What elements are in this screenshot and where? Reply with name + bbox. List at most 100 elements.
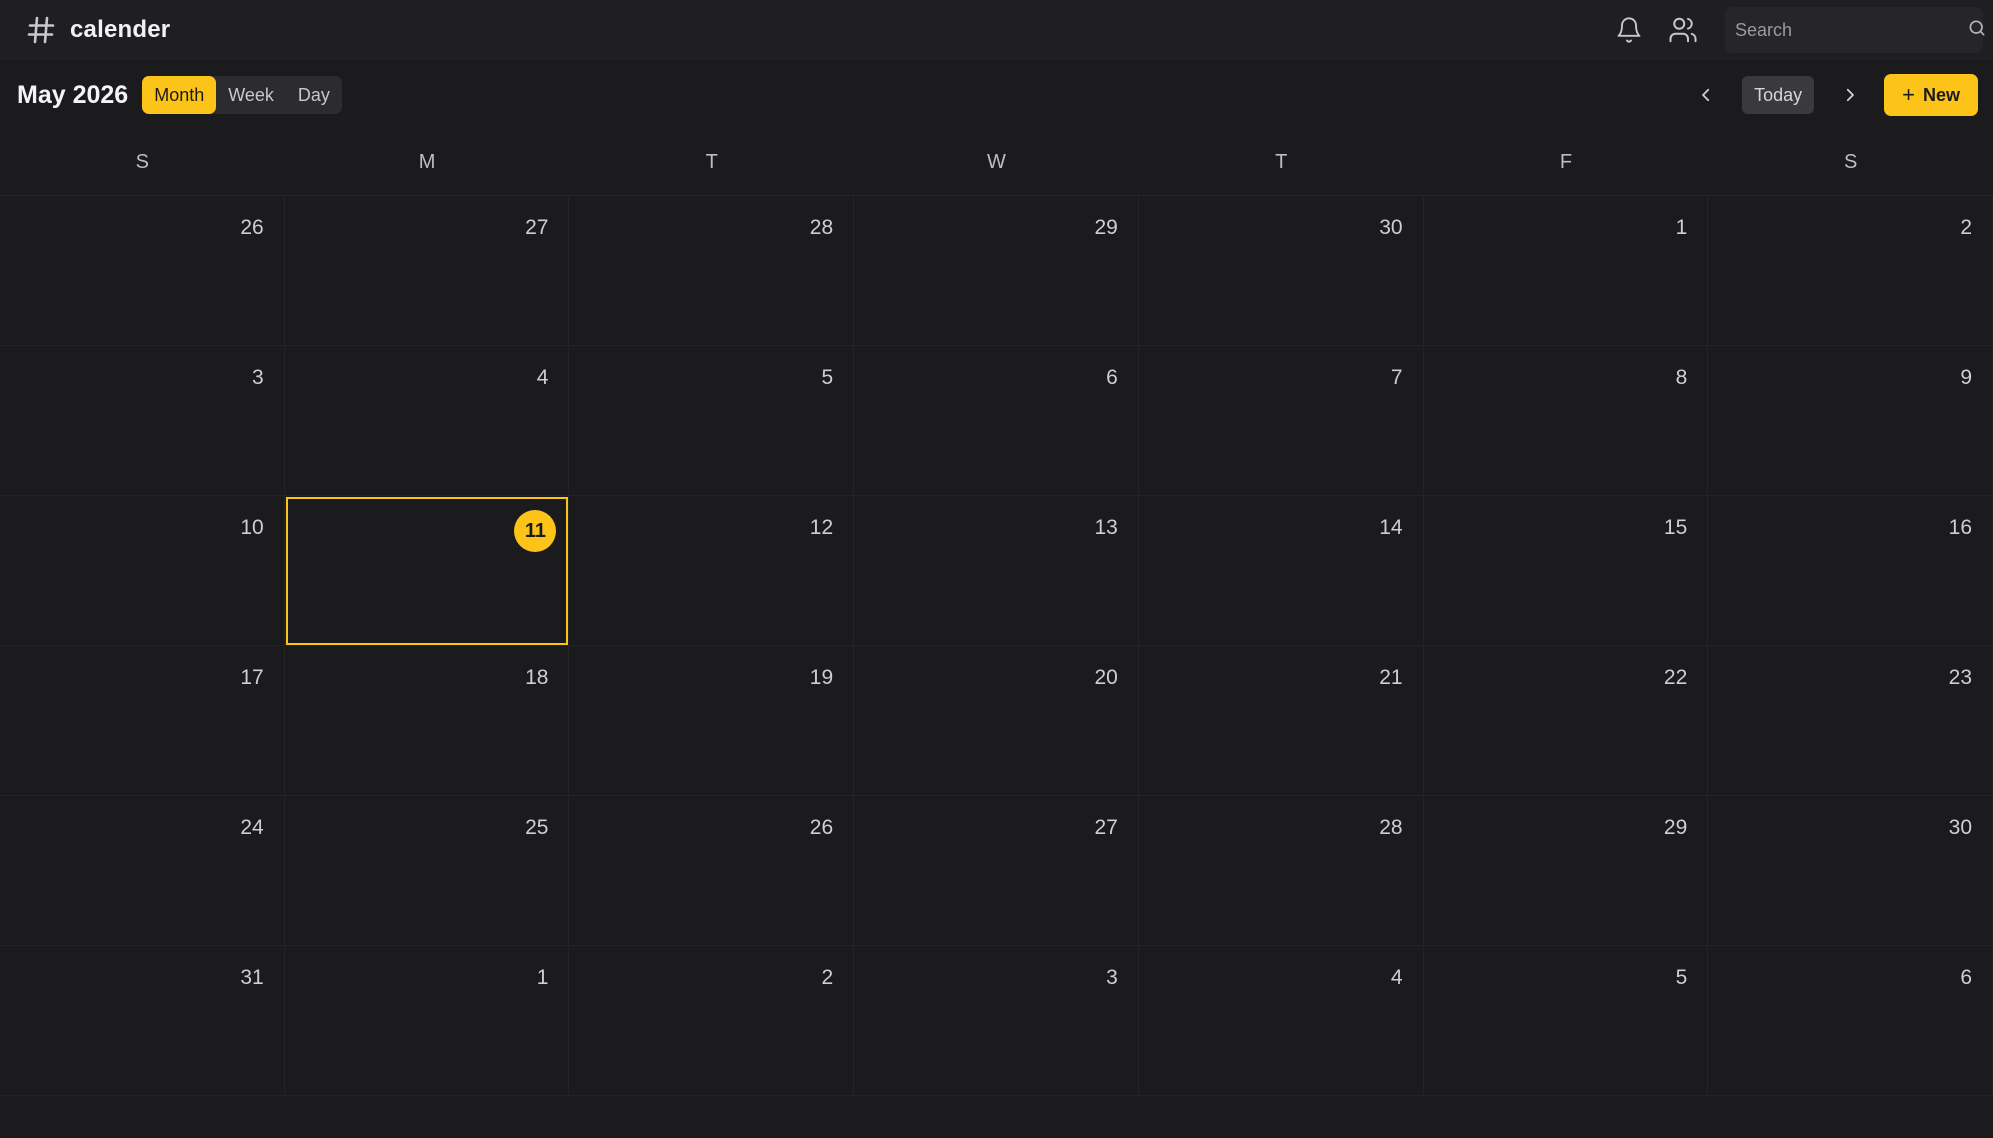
- day-cell[interactable]: 28: [1138, 796, 1424, 946]
- day-cell[interactable]: 10: [0, 496, 285, 646]
- day-number: 30: [1948, 816, 1972, 839]
- chevron-left-icon: [1702, 88, 1710, 102]
- day-cell[interactable]: 16: [1708, 496, 1993, 646]
- weekday-header: S: [0, 130, 285, 196]
- view-switcher: Month Week Day: [142, 76, 342, 114]
- day-number: 3: [252, 366, 264, 389]
- day-cell[interactable]: 29: [1423, 796, 1709, 946]
- search-input[interactable]: [1735, 19, 1967, 41]
- day-number: 23: [1948, 666, 1972, 689]
- day-number: 14: [1379, 516, 1403, 539]
- day-cell[interactable]: 27: [284, 196, 570, 346]
- day-cell[interactable]: 12: [569, 496, 855, 646]
- bell-icon[interactable]: [1609, 10, 1649, 50]
- day-cell[interactable]: 19: [569, 646, 855, 796]
- calendar-toolbar: May 2026 Month Week Day Today + New: [0, 60, 1993, 130]
- today-button[interactable]: Today: [1742, 76, 1815, 114]
- day-number: 6: [1960, 966, 1972, 989]
- day-cell[interactable]: 26: [569, 796, 855, 946]
- day-cell[interactable]: 28: [569, 196, 855, 346]
- day-cell[interactable]: 20: [854, 646, 1139, 796]
- day-cell[interactable]: 23: [1708, 646, 1993, 796]
- day-cell[interactable]: 30: [1708, 796, 1993, 946]
- day-number: 16: [1948, 516, 1972, 539]
- new-button-label: New: [1922, 84, 1960, 105]
- day-cell[interactable]: 25: [284, 796, 570, 946]
- weekday-header: M: [284, 130, 570, 196]
- day-cell[interactable]: 30: [1138, 196, 1424, 346]
- day-cell[interactable]: 3: [854, 946, 1139, 1096]
- day-cell[interactable]: 26: [0, 196, 285, 346]
- day-cell[interactable]: 5: [569, 346, 855, 496]
- next-month-button[interactable]: [1834, 76, 1866, 114]
- chevron-right-icon: [1846, 88, 1855, 102]
- day-number: 28: [809, 216, 834, 239]
- prev-month-button[interactable]: [1690, 76, 1722, 114]
- day-number: 10: [240, 516, 264, 539]
- day-number: 28: [1379, 816, 1403, 839]
- day-number: 6: [1106, 366, 1118, 389]
- month-title: May 2026: [17, 80, 129, 109]
- day-number: 25: [525, 816, 549, 839]
- day-number: 29: [1663, 816, 1688, 839]
- day-cell[interactable]: 22: [1423, 646, 1709, 796]
- view-day-button[interactable]: Day: [286, 76, 342, 114]
- day-number: 27: [1094, 816, 1118, 839]
- day-cell[interactable]: 4: [1138, 946, 1424, 1096]
- day-cell[interactable]: 24: [0, 796, 285, 946]
- day-cell[interactable]: 1: [1423, 196, 1709, 346]
- day-cell[interactable]: 9: [1708, 346, 1993, 496]
- day-cell[interactable]: 8: [1423, 346, 1709, 496]
- day-cell[interactable]: 17: [0, 646, 285, 796]
- month-grid: S M T W T F S 26 27 28 29 30 1 2 3 4 5 6 7 8 9 10 11 12 13 14 15 16…: [0, 130, 1993, 1097]
- day-cell[interactable]: 3: [0, 346, 285, 496]
- day-cell[interactable]: 14: [1138, 496, 1424, 646]
- day-number: 18: [525, 666, 549, 689]
- day-cell[interactable]: 27: [854, 796, 1139, 946]
- hash-icon: [24, 13, 58, 47]
- day-cell[interactable]: 15: [1423, 496, 1709, 646]
- day-number: 20: [1094, 666, 1118, 689]
- day-cell[interactable]: 1: [284, 946, 570, 1096]
- day-number: 9: [1960, 366, 1972, 389]
- day-cell[interactable]: 13: [854, 496, 1139, 646]
- search-icon[interactable]: [1967, 18, 1987, 43]
- new-event-button[interactable]: + New: [1884, 74, 1978, 116]
- day-number: 15: [1663, 516, 1688, 539]
- day-cell[interactable]: 2: [1708, 196, 1993, 346]
- day-number: 26: [809, 816, 834, 839]
- day-number: 2: [821, 966, 834, 989]
- weekday-header: F: [1423, 130, 1709, 196]
- users-icon[interactable]: [1663, 10, 1703, 50]
- day-cell[interactable]: 6: [1708, 946, 1993, 1096]
- day-number: 1: [1675, 216, 1688, 239]
- day-cell[interactable]: 2: [569, 946, 855, 1096]
- day-cell[interactable]: 6: [854, 346, 1139, 496]
- day-cell[interactable]: 18: [284, 646, 570, 796]
- weekday-header: W: [854, 130, 1139, 196]
- day-number: 17: [240, 666, 264, 689]
- day-number: 26: [240, 216, 264, 239]
- day-number: 21: [1379, 666, 1403, 689]
- day-cell[interactable]: 29: [854, 196, 1139, 346]
- weekday-header: T: [1138, 130, 1424, 196]
- day-number: 7: [1390, 366, 1403, 389]
- day-cell[interactable]: 31: [0, 946, 285, 1096]
- brand[interactable]: calender: [24, 13, 170, 47]
- view-month-button[interactable]: Month: [142, 76, 217, 114]
- day-number: 27: [525, 216, 549, 239]
- day-number: 31: [240, 966, 264, 989]
- day-number: 8: [1675, 366, 1688, 389]
- day-number: 22: [1663, 666, 1688, 689]
- day-number: 5: [1675, 966, 1688, 989]
- day-cell[interactable]: 7: [1138, 346, 1424, 496]
- day-cell[interactable]: 11: [284, 496, 570, 646]
- day-cell[interactable]: 5: [1423, 946, 1709, 1096]
- day-cell[interactable]: 21: [1138, 646, 1424, 796]
- weekday-header: S: [1708, 130, 1993, 196]
- weekday-header: T: [569, 130, 855, 196]
- day-number: 19: [809, 666, 834, 689]
- day-number: 1: [536, 966, 549, 989]
- day-cell[interactable]: 4: [284, 346, 570, 496]
- view-week-button[interactable]: Week: [216, 76, 286, 114]
